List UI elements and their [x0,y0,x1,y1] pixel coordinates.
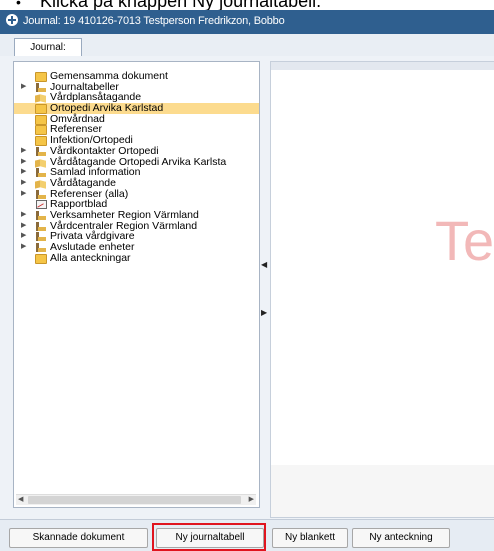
caption-text: Klicka på knappen Ny journaltabell. [40,0,322,10]
ledger-icon [35,82,46,92]
preview-footer-band [271,465,494,517]
preview-watermark: Te [435,209,494,272]
expand-arrow-icon[interactable]: ▶ [21,231,26,242]
report-icon [35,199,47,210]
tree-item[interactable]: ▶ Vårdkontakter Ortopedi [14,146,259,157]
button-bar: Skannade dokument Ny journaltabell Ny bl… [0,519,494,551]
ledger-icon [35,146,46,156]
ledger-icon [35,210,46,220]
tree-horizontal-scrollbar[interactable]: ◀ ▶ [16,494,256,505]
folder-icon [35,72,47,82]
ledger-icon [35,221,46,231]
tree-item-label: Alla anteckningar [50,251,131,264]
collapse-left-arrow-icon[interactable]: ◀ [261,260,267,269]
scanned-documents-button[interactable]: Skannade dokument [9,528,148,548]
ledger-icon [35,232,46,242]
expand-arrow-icon[interactable]: ▶ [21,210,26,221]
tree-item[interactable]: ▶ Vårdåtagande [14,178,259,189]
folder-icon [35,104,47,115]
expand-arrow-icon[interactable]: ▶ [21,189,26,200]
window-titlebar[interactable]: Journal: 19 410126-7013 Testperson Fredr… [0,10,494,34]
tree-item-label: Vårdkontakter Ortopedi [50,144,159,157]
tree-item[interactable]: Alla anteckningar [14,251,259,264]
scroll-left-arrow-icon[interactable]: ◀ [18,495,23,503]
document-preview-panel: Te [270,61,494,518]
expand-right-arrow-icon[interactable]: ▶ [261,308,267,317]
ledger-icon [35,243,46,252]
preview-header-band [271,62,494,70]
window-title: Journal: 19 410126-7013 Testperson Fredr… [23,15,285,27]
expand-arrow-icon[interactable]: ▶ [21,157,26,168]
tab-strip: Journal: [0,34,494,57]
folder-icon [35,253,47,264]
instruction-caption: • Klicka på knappen Ny journaltabell. [0,0,494,10]
expand-arrow-icon[interactable]: ▶ [21,167,26,178]
scrollbar-thumb[interactable] [28,496,241,504]
highlight-frame [152,523,266,551]
expand-arrow-icon[interactable]: ▶ [21,221,26,232]
expand-arrow-icon[interactable]: ▶ [21,242,26,253]
open-folder-icon [35,179,47,188]
journal-tree-panel: Gemensamma dokument ▶ Journaltabeller Vårdp… [13,61,260,508]
ledger-icon [35,189,46,199]
scroll-right-arrow-icon[interactable]: ▶ [249,495,254,503]
expand-arrow-icon[interactable]: ▶ [21,82,26,93]
ledger-icon [35,168,46,178]
folder-icon [35,136,47,147]
journal-tree: Gemensamma dokument ▶ Journaltabeller Vårdp… [14,71,259,264]
folder-icon [35,125,47,136]
expand-arrow-icon[interactable]: ▶ [21,178,26,189]
tree-item-label: Vårdåtagande [50,176,116,189]
folder-icon [35,114,47,125]
caption-bullet: • [16,0,21,10]
app-cross-icon [6,14,18,26]
new-note-button[interactable]: Ny anteckning [352,528,450,548]
new-form-button[interactable]: Ny blankett [272,528,348,548]
open-folder-icon [35,93,47,102]
expand-arrow-icon[interactable]: ▶ [21,146,26,157]
tab-journal[interactable]: Journal: [14,38,82,57]
open-folder-icon [35,158,47,167]
main-content: Gemensamma dokument ▶ Journaltabeller Vårdp… [0,56,494,519]
